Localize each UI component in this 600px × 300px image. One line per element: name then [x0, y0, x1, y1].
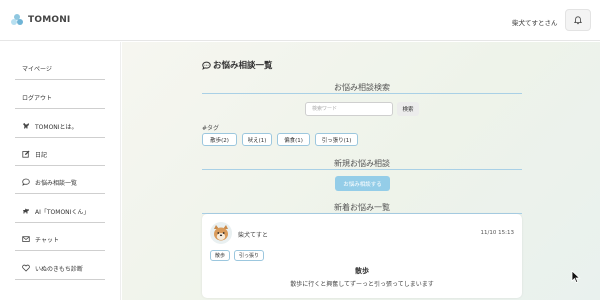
sidebar-item-diagnosis[interactable]: いぬのきもち診断	[15, 257, 105, 280]
new-consultation-button[interactable]: お悩み相談する	[335, 176, 390, 191]
sidebar-item-label: AI「TOMONIくん」	[35, 208, 90, 216]
notification-button[interactable]	[565, 9, 591, 31]
envelope-icon	[22, 235, 30, 243]
search-button[interactable]: 検索	[397, 102, 419, 116]
app-header: TOMONI 柴犬てすとさん	[0, 0, 600, 41]
logo[interactable]: TOMONI	[10, 13, 70, 27]
main-content: お悩み相談一覧 お悩み相談検索 検索ワード 検索 #タグ 散歩(2) 吠え(1)…	[122, 42, 600, 300]
sidebar-item-label: マイページ	[22, 65, 52, 73]
sidebar-item-label: チャット	[35, 236, 59, 244]
section-divider	[202, 169, 522, 170]
tag-label: #タグ	[202, 125, 220, 132]
sidebar-item-about[interactable]: TOMONIとは。	[15, 115, 105, 138]
sidebar-item-label: ログアウト	[22, 94, 53, 102]
recent-section-title: 新着お悩み一覧	[334, 203, 390, 212]
logo-text: TOMONI	[28, 15, 71, 25]
post-tag[interactable]: 引っ張り	[234, 250, 264, 261]
dog-icon	[22, 122, 30, 130]
sidebar-item-diary[interactable]: 日記	[15, 143, 105, 166]
search-section-title: お悩み相談検索	[334, 83, 390, 92]
chat-bubble-icon	[22, 178, 30, 186]
section-divider	[202, 93, 522, 94]
sidebar-item-label: いぬのきもち診断	[35, 265, 83, 273]
sidebar-item-label: お悩み相談一覧	[35, 179, 78, 187]
user-name[interactable]: 柴犬てすとさん	[512, 17, 558, 27]
tag-barking[interactable]: 吠え(1)	[242, 133, 272, 146]
post-title[interactable]: 散歩	[202, 266, 522, 276]
sidebar-item-label: 日記	[35, 151, 48, 159]
chat-bubble-icon	[202, 61, 211, 70]
post-timestamp: 11/10 15:13	[480, 230, 514, 236]
page-title-text: お悩み相談一覧	[213, 61, 273, 71]
tag-walk[interactable]: 散歩(2)	[202, 133, 237, 146]
heart-icon	[22, 264, 30, 272]
bell-icon	[574, 15, 582, 24]
sidebar-item-logout[interactable]: ログアウト	[15, 86, 105, 109]
post-author[interactable]: 柴犬てすと	[238, 230, 268, 239]
tag-picky-eating[interactable]: 偏食(1)	[277, 133, 310, 146]
consultation-card[interactable]: 柴犬てすと 11/10 15:13 散歩 引っ張り 散歩 散歩に行くと興奮してず…	[202, 214, 522, 298]
new-post-section-title: 新規お悩み相談	[334, 159, 390, 168]
sidebar-item-ai[interactable]: AI「TOMONIくん」	[15, 200, 105, 223]
tag-pulling[interactable]: 引っ張り(1)	[315, 133, 358, 146]
sidebar-item-consult-list[interactable]: お悩み相談一覧	[15, 171, 105, 194]
sidebar: マイページ ログアウト TOMONIとは。 日記 お悩み相談一覧 AI「TOMO…	[0, 42, 121, 300]
page-title: お悩み相談一覧	[202, 59, 273, 71]
edit-icon	[22, 150, 30, 158]
sidebar-item-mypage[interactable]: マイページ	[15, 57, 105, 80]
search-input[interactable]: 検索ワード	[305, 102, 393, 116]
dog-icon	[22, 207, 30, 215]
sidebar-item-chat[interactable]: チャット	[15, 228, 105, 251]
post-tag[interactable]: 散歩	[210, 250, 230, 261]
logo-icon	[11, 14, 23, 25]
post-body: 散歩に行くと興奮してずーっと引っ張ってしまいます	[290, 281, 434, 288]
sidebar-item-label: TOMONIとは。	[35, 123, 78, 131]
avatar	[210, 222, 232, 244]
mouse-cursor-icon	[571, 270, 581, 284]
